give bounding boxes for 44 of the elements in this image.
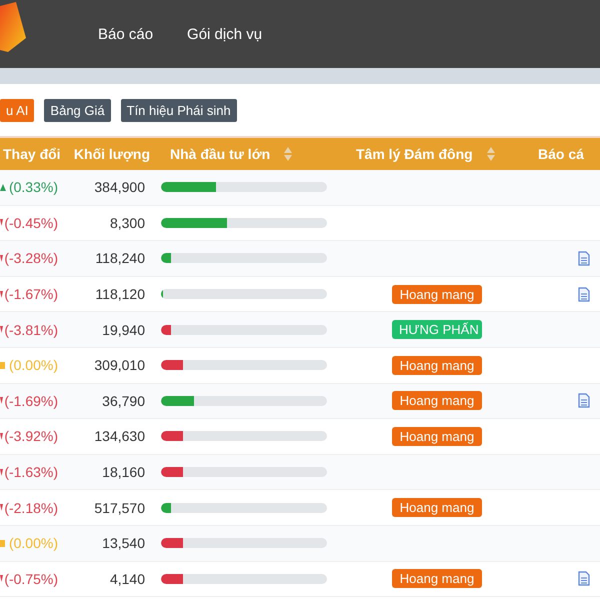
volume-cell-text: 309,010 — [93, 357, 146, 374]
document-icon[interactable] — [578, 393, 590, 408]
document-icon[interactable] — [578, 286, 590, 302]
sentiment-badge: Hoang mang — [392, 498, 482, 518]
column-header: Khối lượng — [72, 146, 150, 162]
change-percent: (0.00%) — [8, 357, 58, 374]
volume-cell-text: 118,240 — [94, 250, 146, 266]
change-percent: (0.00%) — [8, 535, 58, 552]
column-header: Báo cá — [537, 146, 585, 162]
volume-cell-text: 18,160 — [101, 464, 146, 480]
change-percent: (-3.92%) — [4, 428, 58, 444]
column-header: Nhà đầu tư lớn — [170, 146, 270, 162]
volume-cell-text: 36,790 — [101, 392, 146, 409]
change-percent: (-1.63%) — [4, 464, 58, 480]
sentiment-badge: Hoang mang — [392, 426, 482, 446]
tab[interactable]: Bảng Giá — [44, 99, 111, 122]
tab[interactable]: Tín hiệu Phái sinh — [120, 99, 237, 122]
volume-cell-text: 384,900 — [93, 179, 146, 196]
column-header: Tâm lý Đám đông — [356, 146, 473, 162]
change-percent: (-1.67%) — [4, 286, 58, 302]
sentiment-badge: HƯNG PHẤN — [392, 320, 482, 340]
change-percent: (-3.81%) — [4, 322, 58, 338]
sentiment-badge: Hoang mang — [392, 391, 482, 410]
change-percent: (-3.28%) — [4, 250, 58, 266]
volume-cell-text: 118,120 — [94, 286, 146, 302]
column-header: Thay đổi — [2, 146, 62, 162]
sentiment-badge: Hoang mang — [392, 569, 482, 588]
volume-cell-text: 4,140 — [108, 570, 146, 587]
nav-link[interactable]: Báo cáo — [98, 26, 154, 42]
volume-cell-text: 134,630 — [93, 428, 146, 444]
volume-cell-text: 19,940 — [101, 322, 146, 338]
change-percent: (0.33%) — [8, 179, 58, 196]
change-percent: (-0.75%) — [4, 570, 58, 587]
volume-cell-text: 13,540 — [101, 535, 146, 552]
volume-cell-text: 517,570 — [93, 500, 146, 516]
sentiment-badge: Hoang mang — [392, 356, 482, 375]
volume-cell-text: 8,300 — [108, 214, 146, 231]
nav-link[interactable]: Gói dịch vụ — [187, 26, 262, 42]
change-percent: (-1.69%) — [4, 392, 58, 409]
sentiment-badge: Hoang mang — [392, 284, 482, 304]
change-percent: (-0.45%) — [4, 214, 58, 231]
change-percent: (-2.18%) — [4, 500, 58, 516]
document-icon[interactable] — [578, 571, 590, 586]
document-icon[interactable] — [578, 250, 590, 266]
